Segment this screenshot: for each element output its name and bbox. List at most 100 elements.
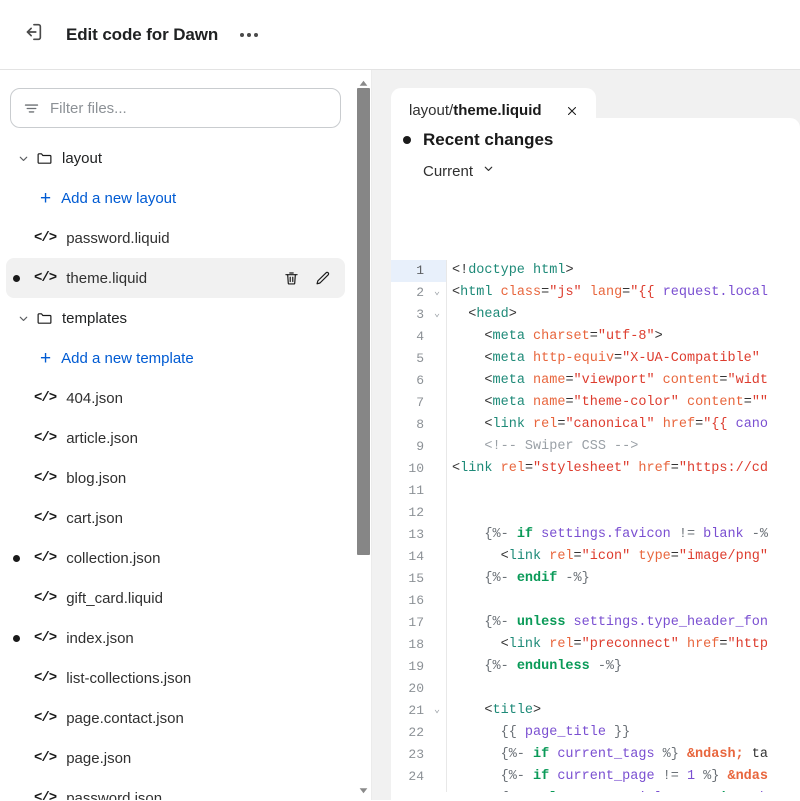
code-token: "{{	[703, 417, 736, 432]
code-lines[interactable]: <!doctype html> <html class="js" lang="{{…	[448, 260, 800, 800]
version-selector[interactable]: Current	[423, 162, 495, 180]
code-token: >	[565, 263, 574, 278]
line-number-gutter: 1 2 ⌄ 3 ⌄ 4 5 6 7 8 9 10 11 12 13 14 15 16 17 18 19 20 21 ⌄ 22 23…	[391, 260, 447, 800]
code-token: &ndash;	[686, 747, 744, 762]
line-number: 14	[408, 549, 424, 564]
tab-path-prefix: layout/	[409, 102, 454, 119]
line-number: 23	[408, 747, 424, 762]
line-number: 9	[416, 439, 424, 454]
sidebar-file-blog-json[interactable]: </> blog.json	[6, 458, 345, 498]
code-token: <	[452, 395, 493, 410]
sidebar-file-theme-liquid[interactable]: </> theme.liquid	[6, 258, 345, 298]
code-line: {%- unless settings.type_header_fon	[452, 612, 800, 634]
sidebar-file-article-json[interactable]: </> article.json	[6, 418, 345, 458]
add-new-template-button[interactable]: + Add a new template	[6, 338, 355, 378]
code-token: %}	[654, 747, 687, 762]
code-token: head	[476, 307, 509, 322]
code-token: =	[573, 549, 582, 564]
sidebar-file-cart-json[interactable]: </> cart.json	[6, 498, 345, 538]
line-number: 8	[416, 417, 424, 432]
code-token: class	[500, 285, 542, 300]
sidebar-file-index-json[interactable]: </> index.json	[6, 618, 345, 658]
code-token: <	[452, 285, 461, 300]
code-token: "viewport"	[573, 373, 655, 388]
filter-files-box[interactable]	[10, 88, 341, 128]
chevron-down-icon	[12, 152, 34, 165]
line-number: 18	[408, 637, 424, 652]
fold-chevron-down-icon[interactable]: ⌄	[434, 304, 440, 326]
code-line: <link rel="stylesheet" href="https://cd	[452, 458, 800, 480]
close-icon[interactable]	[564, 103, 580, 119]
sidebar-scrollbar[interactable]	[355, 70, 372, 800]
code-token: <	[452, 637, 509, 652]
trash-icon[interactable]	[283, 270, 300, 287]
code-token: =	[670, 549, 679, 564]
sidebar-file-page-json[interactable]: </> page.json	[6, 738, 345, 778]
code-token: if	[533, 769, 550, 784]
file-label: 404.json	[66, 389, 123, 407]
file-label: gift_card.liquid	[66, 589, 163, 607]
scroll-down-arrow-icon[interactable]	[358, 783, 369, 794]
sidebar-folder-templates[interactable]: templates	[6, 298, 345, 338]
sidebar-file-404-json[interactable]: </> 404.json	[6, 378, 345, 418]
code-token: link	[508, 637, 542, 652]
code-token: rel	[533, 417, 558, 432]
sidebar-folder-layout[interactable]: layout	[6, 138, 345, 178]
sidebar-file-list-collections-json[interactable]: </> list-collections.json	[6, 658, 345, 698]
file-label: page.json	[66, 749, 132, 767]
code-line: {%- endunless -%}	[452, 656, 800, 678]
search-input[interactable]	[50, 99, 328, 117]
code-token: <	[452, 329, 493, 344]
line-number: 4	[416, 329, 424, 344]
code-token: =	[589, 329, 598, 344]
add-new-layout-button[interactable]: + Add a new layout	[6, 178, 355, 218]
sidebar-file-gift-card-liquid[interactable]: </> gift_card.liquid	[6, 578, 345, 618]
code-line: <link rel="canonical" href="{{ cano	[452, 414, 800, 436]
code-token: >	[654, 329, 663, 344]
code-token: <!-- Swiper CSS -->	[452, 439, 639, 454]
code-token: "utf-8"	[597, 329, 655, 344]
recent-changes-header: Recent changes	[403, 130, 553, 150]
code-token: {%-	[452, 527, 517, 542]
fold-chevron-down-icon[interactable]: ⌄	[434, 282, 440, 304]
fold-chevron-down-icon[interactable]: ⌄	[434, 700, 440, 722]
pencil-icon[interactable]	[314, 270, 331, 287]
unsaved-changes-dot	[13, 274, 20, 282]
sidebar-file-page-contact-json[interactable]: </> page.contact.json	[6, 698, 345, 738]
code-file-icon: </>	[34, 230, 57, 246]
more-actions-button[interactable]	[234, 20, 264, 50]
back-button[interactable]	[16, 18, 50, 52]
code-token: "theme-color"	[573, 395, 679, 410]
code-token: <!	[452, 263, 469, 278]
code-token: endunless	[516, 659, 590, 674]
code-token: !=	[670, 527, 704, 542]
top-bar: Edit code for Dawn	[0, 0, 800, 70]
code-content-area[interactable]: 1 2 ⌄ 3 ⌄ 4 5 6 7 8 9 10 11 12 13 14 15 16 17 18 19 20 21 ⌄ 22 23…	[391, 260, 800, 800]
code-token: <	[452, 461, 461, 476]
line-number: 21 ⌄	[391, 700, 446, 722]
code-token: request.local	[662, 285, 769, 300]
filter-files-container	[0, 70, 355, 138]
sidebar-file-collection-json[interactable]: </> collection.json	[6, 538, 345, 578]
code-token: !=	[654, 769, 687, 784]
code-token: "http	[727, 637, 769, 652]
sidebar-file-password-json[interactable]: </> password.json	[6, 778, 345, 801]
scroll-up-arrow-icon[interactable]	[358, 76, 369, 87]
code-token: current_page	[557, 769, 655, 784]
code-token: unless	[516, 615, 566, 630]
code-token: lang	[589, 285, 623, 300]
sidebar-file-password-liquid[interactable]: </> password.liquid	[6, 218, 345, 258]
code-line: {%- if current_page != 1 %} &ndas	[452, 766, 800, 788]
sidebar-scrollbar-thumb[interactable]	[357, 88, 370, 555]
chevron-down-icon	[12, 312, 34, 325]
folder-icon	[36, 310, 53, 327]
code-token: type	[638, 549, 671, 564]
